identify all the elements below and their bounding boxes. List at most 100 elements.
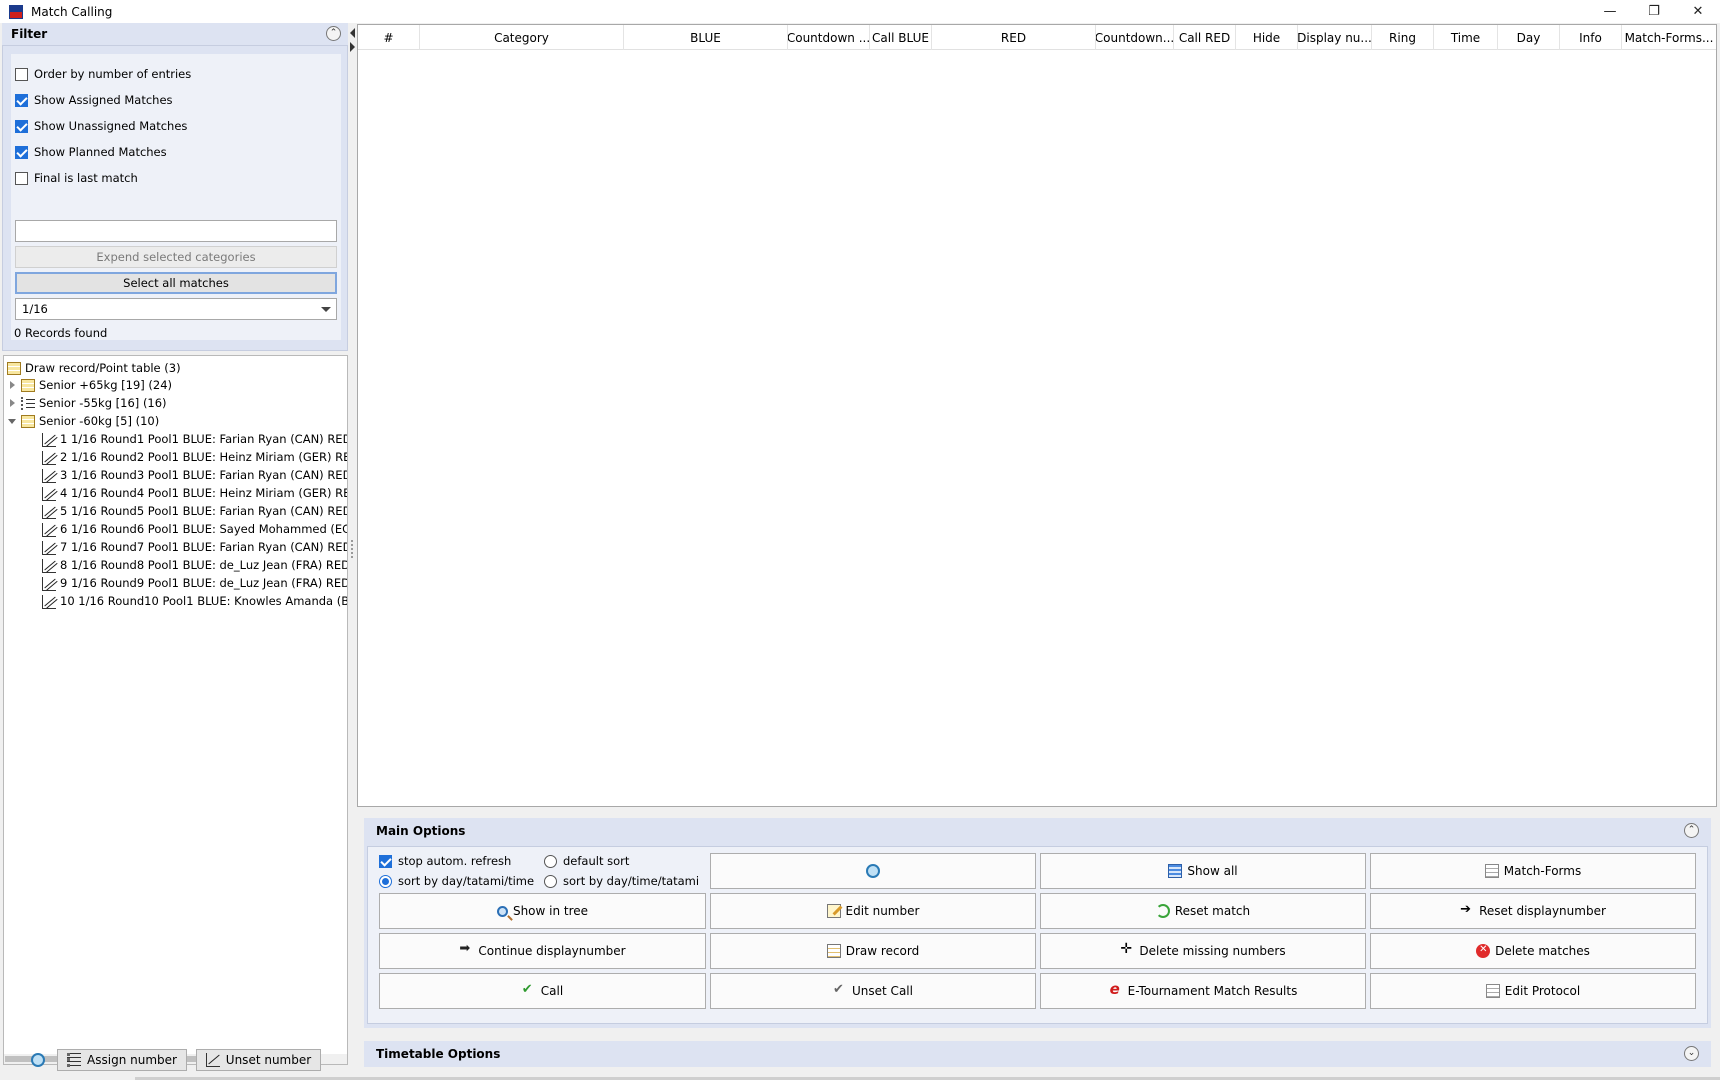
column-header-category[interactable]: Category [420, 25, 624, 50]
sort-day-tatami-time-radio[interactable]: sort by day/tatami/time [379, 873, 534, 889]
splitter-handle[interactable] [351, 540, 353, 558]
draw-record-button[interactable]: Draw record [710, 933, 1036, 969]
expand-arrow-icon[interactable] [7, 398, 17, 408]
table-header: # Category BLUE Countdown ... Call BLUE … [358, 25, 1716, 50]
match-icon [42, 504, 56, 519]
column-header-ring[interactable]: Ring [1372, 25, 1434, 50]
tree-match-item[interactable]: 5 1/16 Round5 Pool1 BLUE: Farian Ryan (C… [42, 502, 347, 520]
reset-displaynumber-button[interactable]: Reset displaynumber [1370, 893, 1696, 929]
call-button[interactable]: Call [379, 973, 706, 1009]
column-header-countdown-red[interactable]: Countdown... [1096, 25, 1174, 50]
checkbox-label: Order by number of entries [34, 67, 192, 81]
final-is-last-checkbox[interactable]: Final is last match [15, 169, 138, 187]
tree-category[interactable]: Senior -55kg [16] (16) [7, 394, 167, 412]
tree-match-item[interactable]: 9 1/16 Round9 Pool1 BLUE: de_Luz Jean (F… [42, 574, 348, 592]
match-icon [42, 576, 56, 591]
checkbox-box[interactable] [15, 145, 28, 159]
etournament-results-button[interactable]: E-Tournament Match Results [1040, 973, 1366, 1009]
tree-match-item[interactable]: 1 1/16 Round1 Pool1 BLUE: Farian Ryan (C… [42, 430, 347, 448]
checkbox-box[interactable] [15, 67, 28, 81]
tree-match-item[interactable]: 8 1/16 Round8 Pool1 BLUE: de_Luz Jean (F… [42, 556, 347, 574]
column-header-match-forms[interactable]: Match-Forms... [1622, 25, 1716, 50]
tree-category-label: Senior -60kg [5] (10) [39, 414, 160, 428]
radio-button[interactable] [544, 874, 557, 888]
tree-match-item[interactable]: 2 1/16 Round2 Pool1 BLUE: Heinz Miriam (… [42, 448, 347, 466]
edit-number-button[interactable]: Edit number [710, 893, 1036, 929]
records-found-label: 0 Records found [14, 326, 108, 340]
match-forms-button[interactable]: Match-Forms [1370, 853, 1696, 889]
expand-right-arrow-icon[interactable] [350, 42, 355, 52]
app-logo-icon [9, 4, 23, 19]
tree-category[interactable]: Senior -60kg [5] (10) [7, 412, 159, 430]
tree-root[interactable]: Draw record/Point table (3) [7, 359, 181, 377]
show-planned-checkbox[interactable]: Show Planned Matches [15, 143, 167, 161]
column-header-hide[interactable]: Hide [1236, 25, 1298, 50]
match-table[interactable]: # Category BLUE Countdown ... Call BLUE … [357, 24, 1717, 807]
sort-day-time-tatami-radio[interactable]: sort by day/time/tatami [544, 873, 699, 889]
column-header-countdown-blue[interactable]: Countdown ... [788, 25, 870, 50]
edit-protocol-button[interactable]: Edit Protocol [1370, 973, 1696, 1009]
unset-number-button[interactable]: Unset number [196, 1049, 321, 1071]
check-icon [522, 982, 536, 998]
restore-button[interactable]: ❐ [1632, 0, 1676, 23]
column-header-display-number[interactable]: Display nu... [1298, 25, 1372, 50]
column-header-info[interactable]: Info [1560, 25, 1622, 50]
tree-match-item[interactable]: 3 1/16 Round3 Pool1 BLUE: Farian Ryan (C… [42, 466, 347, 484]
show-assigned-checkbox[interactable]: Show Assigned Matches [15, 91, 173, 109]
checkbox-label: Show Assigned Matches [34, 93, 173, 107]
unset-call-button[interactable]: Unset Call [710, 973, 1036, 1009]
checkbox-box[interactable] [15, 171, 28, 185]
collapse-arrow-icon[interactable] [7, 416, 17, 426]
checkbox-box[interactable] [379, 854, 392, 868]
column-header-blue[interactable]: BLUE [624, 25, 788, 50]
checkbox-box[interactable] [15, 119, 28, 133]
show-all-button[interactable]: Show all [1040, 853, 1366, 889]
show-unassigned-checkbox[interactable]: Show Unassigned Matches [15, 117, 187, 135]
tree-match-item[interactable]: 7 1/16 Round7 Pool1 BLUE: Farian Ryan (C… [42, 538, 347, 556]
column-header-red[interactable]: RED [932, 25, 1096, 50]
close-button[interactable]: ✕ [1676, 0, 1720, 23]
show-all-label: Show all [1187, 864, 1238, 878]
select-all-matches-button[interactable]: Select all matches [15, 272, 337, 294]
radio-button[interactable] [379, 874, 392, 888]
filter-collapse-button[interactable]: ⌃ [326, 26, 341, 41]
column-header-call-blue[interactable]: Call BLUE [870, 25, 932, 50]
continue-displaynumber-button[interactable]: Continue displaynumber [379, 933, 706, 969]
show-in-tree-button[interactable]: Show in tree [379, 893, 706, 929]
column-header-day[interactable]: Day [1498, 25, 1560, 50]
filter-text-input[interactable] [15, 220, 337, 242]
radio-label: default sort [563, 854, 630, 868]
default-sort-radio[interactable]: default sort [544, 853, 629, 869]
match-tree[interactable]: Draw record/Point table (3) Senior +65kg… [3, 355, 348, 1065]
delete-matches-button[interactable]: Delete matches [1370, 933, 1696, 969]
chevron-down-icon[interactable] [321, 307, 331, 312]
refresh-button[interactable] [710, 853, 1036, 889]
tree-category[interactable]: Senior +65kg [19] (24) [7, 376, 172, 394]
expand-categories-button[interactable]: Expend selected categories [15, 246, 337, 268]
column-header-call-red[interactable]: Call RED [1174, 25, 1236, 50]
assign-number-button[interactable]: Assign number [57, 1049, 187, 1071]
radio-button[interactable] [544, 854, 557, 868]
tree-match-item[interactable]: 6 1/16 Round6 Pool1 BLUE: Sayed Mohammed… [42, 520, 347, 538]
match-icon [205, 1053, 220, 1067]
stop-refresh-checkbox[interactable]: stop autom. refresh [379, 853, 511, 869]
tree-match-item[interactable]: 4 1/16 Round4 Pool1 BLUE: Heinz Miriam (… [42, 484, 347, 502]
collapse-left-arrow-icon[interactable] [350, 28, 355, 38]
timetable-expand-button[interactable]: ⌄ [1684, 1046, 1699, 1061]
refresh-tree-button[interactable] [28, 1049, 48, 1071]
tree-match-item[interactable]: 10 1/16 Round10 Pool1 BLUE: Knowles Aman… [42, 592, 347, 610]
main-options-collapse-button[interactable]: ⌃ [1684, 823, 1699, 838]
order-by-entries-checkbox[interactable]: Order by number of entries [15, 65, 191, 83]
tree-match-label: 9 1/16 Round9 Pool1 BLUE: de_Luz Jean (F… [60, 576, 348, 590]
column-header-time[interactable]: Time [1434, 25, 1498, 50]
expand-arrow-icon[interactable] [7, 380, 17, 390]
round-select[interactable]: 1/16 [15, 298, 337, 320]
filter-title: Filter [11, 27, 48, 41]
checkbox-box[interactable] [15, 93, 28, 107]
timetable-options-header[interactable]: Timetable Options ⌄ [364, 1041, 1711, 1067]
main-options-header: Main Options ⌃ [364, 818, 1711, 844]
reset-match-button[interactable]: Reset match [1040, 893, 1366, 929]
minimize-button[interactable]: — [1588, 0, 1632, 23]
delete-missing-numbers-button[interactable]: Delete missing numbers [1040, 933, 1366, 969]
column-header-number[interactable]: # [358, 25, 420, 50]
